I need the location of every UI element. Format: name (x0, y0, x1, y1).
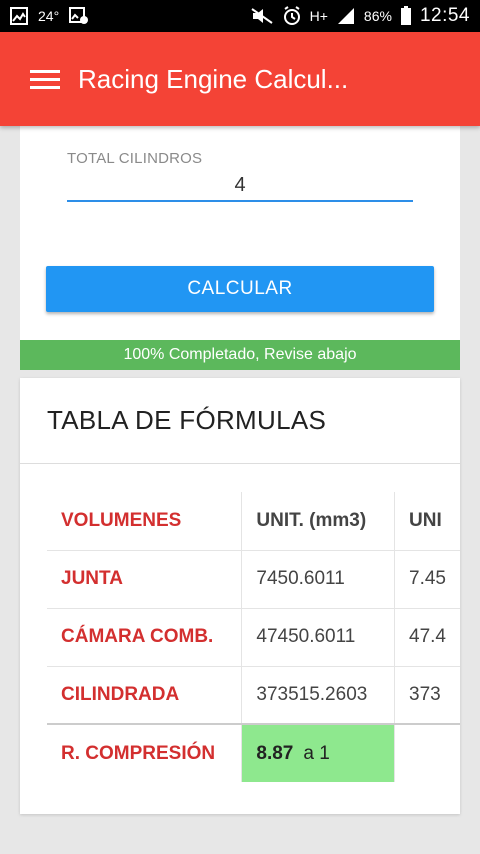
table-row-cilindrada: CILINDRADA 373515.2603 373 (47, 666, 460, 725)
compression-suffix: a 1 (303, 742, 330, 764)
battery-percent-text: 86% (363, 8, 392, 24)
table-row-camara-comb: CÁMARA COMB. 47450.6011 47.4 (47, 608, 460, 667)
row-value-partial: 47.4 (394, 608, 460, 667)
app-bar: Racing Engine Calcul... (0, 32, 480, 126)
compression-empty-cell (394, 723, 460, 782)
header-unit-partial: UNI (394, 492, 460, 551)
formula-table-card: TABLA DE FÓRMULAS VOLUMENES UNIT. (mm3) … (20, 378, 460, 814)
clock-text: 12:54 (419, 5, 470, 26)
temperature-text: 24° (38, 8, 60, 24)
status-bar: 24° H+ 86% 12:54 (0, 0, 480, 32)
row-value-partial: 7.45 (394, 550, 460, 609)
calcular-button[interactable]: CALCULAR (46, 266, 434, 312)
row-value-mm3: 373515.2603 (241, 666, 395, 725)
compression-label: R. COMPRESIÓN (47, 723, 242, 782)
menu-icon[interactable] (30, 64, 64, 94)
row-value-mm3: 47450.6011 (241, 608, 395, 667)
progress-bar: 100% Completado, Revise abajo (20, 340, 460, 370)
row-label: CÁMARA COMB. (47, 608, 242, 667)
total-cilindros-input[interactable] (67, 170, 413, 202)
alarm-icon (282, 6, 302, 26)
row-value-mm3: 7450.6011 (241, 550, 395, 609)
row-label: JUNTA (47, 550, 242, 609)
progress-text: 100% Completado, Revise abajo (123, 346, 357, 363)
row-value-partial: 373 (394, 666, 460, 725)
calculator-form-card: TOTAL CILINDROS CALCULAR (20, 126, 460, 340)
header-unit-mm3: UNIT. (mm3) (241, 492, 395, 551)
table-row-compresion: R. COMPRESIÓN 8.87 a 1 (47, 723, 460, 782)
header-volumenes: VOLUMENES (47, 492, 242, 551)
total-cilindros-label: TOTAL CILINDROS (67, 150, 203, 167)
table-row-junta: JUNTA 7450.6011 7.45 (47, 550, 460, 609)
network-type-text: H+ (309, 8, 328, 24)
signal-icon (336, 6, 356, 26)
compression-value: 8.87 (256, 742, 294, 764)
battery-icon (400, 6, 412, 26)
gallery-icon (10, 6, 28, 26)
image-notification-icon (69, 6, 89, 26)
table-header-row: VOLUMENES UNIT. (mm3) UNI (47, 492, 460, 551)
row-label: CILINDRADA (47, 666, 242, 725)
table-title: TABLA DE FÓRMULAS (20, 378, 460, 464)
app-title: Racing Engine Calcul... (78, 63, 349, 94)
mute-icon (250, 6, 274, 26)
formula-table: VOLUMENES UNIT. (mm3) UNI JUNTA 7450.601… (47, 492, 460, 782)
compression-result-cell: 8.87 a 1 (241, 723, 395, 782)
